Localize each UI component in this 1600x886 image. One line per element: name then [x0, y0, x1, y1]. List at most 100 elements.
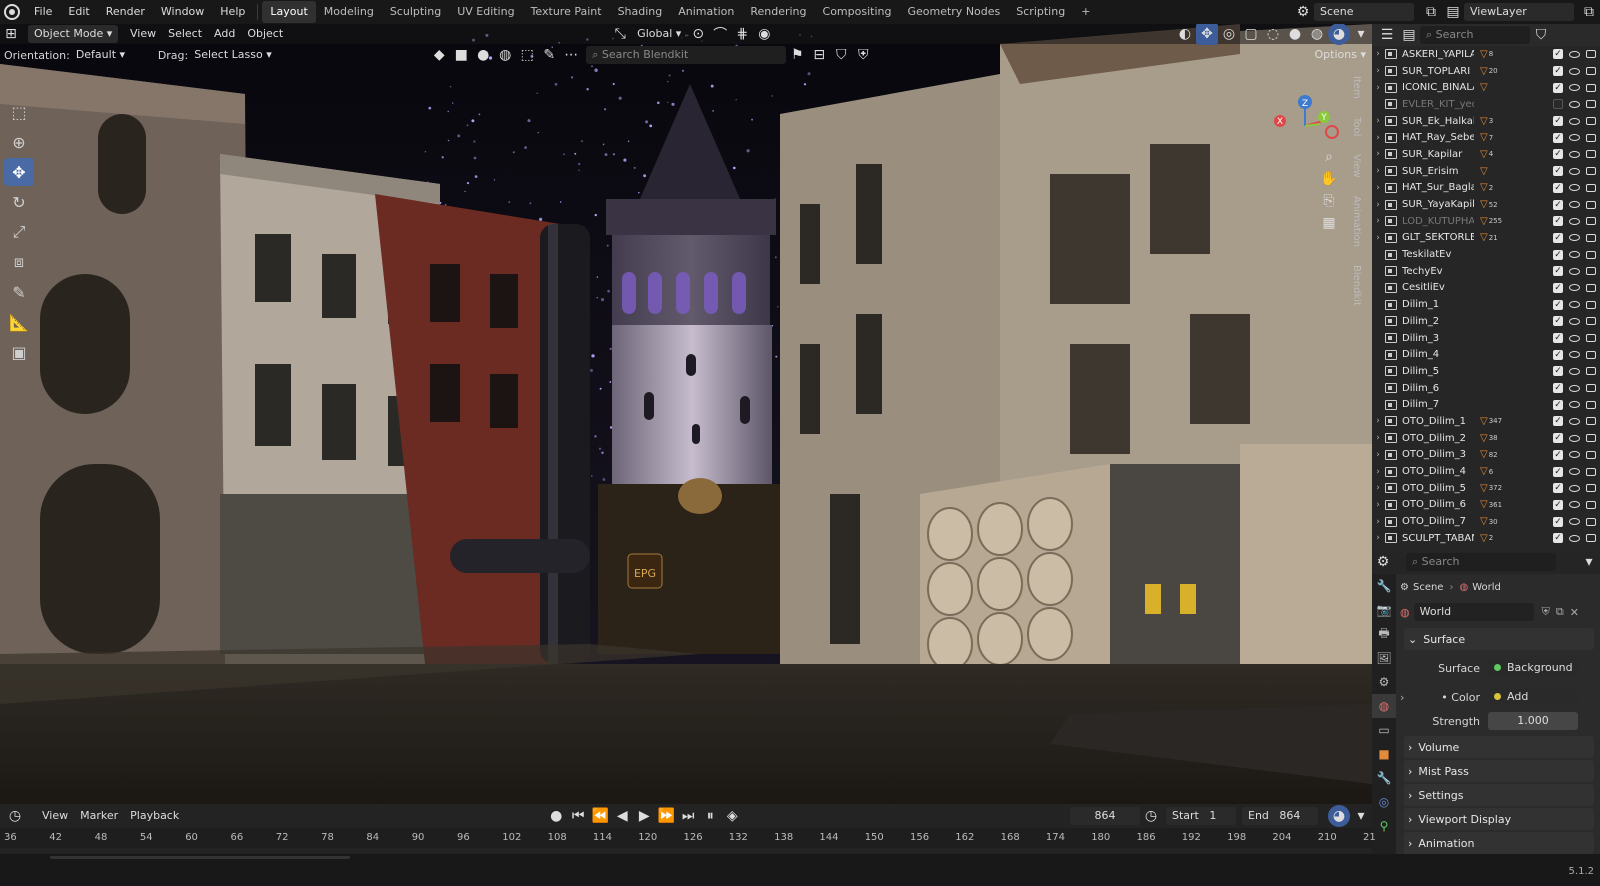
new-viewlayer-icon[interactable]: ⧉ [1578, 1, 1600, 23]
render-tab-icon[interactable]: 📷 [1372, 598, 1396, 622]
panel-mist-pass[interactable]: › Mist Pass [1404, 760, 1594, 782]
outliner-row[interactable]: › OTO_Dilim_3 ▽ 82 ✓ [1372, 447, 1600, 464]
menu-edit[interactable]: Edit [60, 1, 97, 23]
rendered-shading-icon[interactable]: ◕ [1328, 24, 1350, 45]
properties-type-icon[interactable]: ⚙ [1372, 551, 1394, 573]
options-dropdown[interactable]: Options ▾ [1309, 46, 1372, 64]
expand-chevron-icon[interactable]: › [1372, 149, 1384, 159]
expand-chevron-icon[interactable]: › [1372, 533, 1384, 543]
outliner-row[interactable]: › HAT_Sur_Baglanti ▽2 ✓ [1372, 180, 1600, 197]
outliner-row[interactable]: › OTO_Dilim_7 ▽ 30 ✓ [1372, 513, 1600, 530]
expand-chevron-icon[interactable]: › [1372, 49, 1384, 59]
sidebar-tab-item[interactable]: Item [1350, 72, 1363, 103]
camera-icon[interactable] [1586, 167, 1596, 176]
outliner-row[interactable]: › SUR_Erisim ▽ ✓ [1372, 163, 1600, 180]
chevron-right-icon[interactable]: › [1400, 691, 1412, 704]
camera-icon[interactable] [1586, 117, 1596, 126]
outliner-row[interactable]: › SUR_Kapilar ▽ 4 ✓ [1372, 146, 1600, 163]
visibility-icon[interactable]: ◐ [1174, 24, 1196, 45]
exclude-checkbox[interactable]: ✓ [1553, 49, 1563, 60]
snap-icon[interactable]: ⌒ [709, 24, 731, 45]
eye-icon[interactable] [1569, 201, 1580, 209]
outliner-row[interactable]: › GLT_SEKTORLER ▽21 ✓ [1372, 230, 1600, 247]
solid-shading-icon[interactable]: ● [1284, 24, 1306, 45]
camera-icon[interactable] [1586, 233, 1596, 242]
tab-uv-editing[interactable]: UV Editing [449, 1, 522, 23]
world-datablock-field[interactable]: World [1413, 603, 1534, 621]
eye-icon[interactable] [1569, 451, 1580, 459]
expand-chevron-icon[interactable]: › [1372, 483, 1384, 493]
exclude-checkbox[interactable]: ✓ [1553, 399, 1563, 410]
timeline-view-icon[interactable]: ◕ [1328, 805, 1350, 827]
tab-modeling[interactable]: Modeling [316, 1, 382, 23]
object-tab-icon[interactable]: ■ [1372, 742, 1396, 766]
exclude-checkbox[interactable]: ✓ [1553, 316, 1563, 327]
eye-icon[interactable] [1569, 434, 1580, 442]
layout-icon[interactable]: ⊟ [808, 44, 830, 66]
timeline-options-icon[interactable]: ▾ [1350, 805, 1372, 827]
outliner-row[interactable]: › OTO_Dilim_5 ▽ 372 ✓ [1372, 480, 1600, 497]
pan-hand-icon[interactable]: ✋ [1318, 168, 1340, 190]
outliner-row[interactable]: TeskilatEv ✓ [1372, 246, 1600, 263]
camera-icon[interactable] [1586, 50, 1596, 59]
outliner-row[interactable]: › OTO_Dilim_6 ▽ 361 ✓ [1372, 497, 1600, 514]
scene-icon[interactable]: ⚙ [1292, 1, 1314, 23]
viewport-menu-object[interactable]: Object [241, 25, 289, 43]
material-shading-icon[interactable]: ◍ [1306, 24, 1328, 45]
gizmo-toggle-icon[interactable]: ✥ [1196, 24, 1218, 45]
3d-viewport[interactable]: EPG ⊞ Object Mode ▾ View Select Add Obje… [0, 24, 1372, 804]
panel-settings[interactable]: › Settings [1404, 784, 1594, 806]
auto-key-icon[interactable]: ◈ [721, 805, 743, 827]
properties-options-icon[interactable]: ▾ [1578, 551, 1600, 573]
expand-chevron-icon[interactable]: › [1372, 183, 1384, 193]
outliner-filter-icon[interactable]: ⛉ [1530, 24, 1552, 46]
eye-icon[interactable] [1569, 150, 1580, 158]
blendkit-search-input[interactable]: ⌕ Search Blendkit [586, 46, 787, 64]
transform-tool-icon[interactable]: ⧈ [4, 248, 34, 276]
exclude-checkbox[interactable]: ✓ [1553, 483, 1563, 494]
overlay-icon[interactable]: ◎ [1218, 24, 1240, 45]
outliner-row[interactable]: › SCULPT_TABAN ▽ 2 ✓ [1372, 530, 1600, 547]
exclude-checkbox[interactable]: ✓ [1553, 182, 1563, 193]
exclude-checkbox[interactable]: ✓ [1553, 466, 1563, 477]
end-frame-field[interactable]: End 864 [1242, 807, 1318, 825]
surface-shader-field[interactable]: Background [1488, 659, 1578, 677]
start-frame-field[interactable]: Start 1 [1166, 807, 1236, 825]
eye-icon[interactable] [1569, 217, 1580, 225]
proportional-edit-icon[interactable]: ◉ [753, 24, 775, 45]
camera-icon[interactable] [1586, 400, 1596, 409]
eye-icon[interactable] [1569, 518, 1580, 526]
surface-panel-header[interactable]: ⌄ Surface [1404, 628, 1594, 650]
outliner-row[interactable]: Dilim_1 ✓ [1372, 296, 1600, 313]
eye-icon[interactable] [1569, 84, 1580, 92]
viewport-menu-select[interactable]: Select [162, 25, 208, 43]
tab-shading[interactable]: Shading [610, 1, 671, 23]
camera-icon[interactable] [1586, 300, 1596, 309]
sidebar-tab-animation[interactable]: Animation [1350, 192, 1363, 251]
new-scene-icon[interactable]: ⧉ [1420, 1, 1442, 23]
eye-icon[interactable] [1569, 501, 1580, 509]
exclude-checkbox[interactable]: ✓ [1553, 349, 1563, 360]
orientation-dropdown[interactable]: Default ▾ [70, 46, 150, 64]
exclude-checkbox[interactable]: ✓ [1553, 416, 1563, 427]
annotate-tool-icon[interactable]: ✎ [4, 278, 34, 306]
eye-icon[interactable] [1569, 167, 1580, 175]
bookmark-icon[interactable]: ⚑ [786, 44, 808, 66]
exclude-checkbox[interactable]: ✓ [1553, 299, 1563, 310]
wireframe-shading-icon[interactable]: ◌ [1262, 24, 1284, 45]
tab-scripting[interactable]: Scripting [1008, 1, 1073, 23]
properties-search-input[interactable]: ⌕ Search [1406, 553, 1556, 571]
tool-tab-icon[interactable]: 🔧 [1372, 574, 1396, 598]
strength-slider[interactable]: 1.000 [1488, 712, 1578, 730]
expand-chevron-icon[interactable]: › [1372, 116, 1384, 126]
outliner-row[interactable]: Dilim_3 ✓ [1372, 330, 1600, 347]
blendkit-asset-icon[interactable]: ◆ [428, 44, 450, 66]
timeline-type-icon[interactable]: ◷ [4, 805, 26, 827]
add-workspace-button[interactable]: + [1073, 1, 1098, 23]
expand-chevron-icon[interactable]: › [1372, 433, 1384, 443]
camera-icon[interactable] [1586, 484, 1596, 493]
eye-icon[interactable] [1569, 251, 1580, 259]
eye-icon[interactable] [1569, 67, 1580, 75]
xray-icon[interactable]: ▢ [1240, 24, 1262, 45]
play-reverse-icon[interactable]: ◀ [611, 805, 633, 827]
